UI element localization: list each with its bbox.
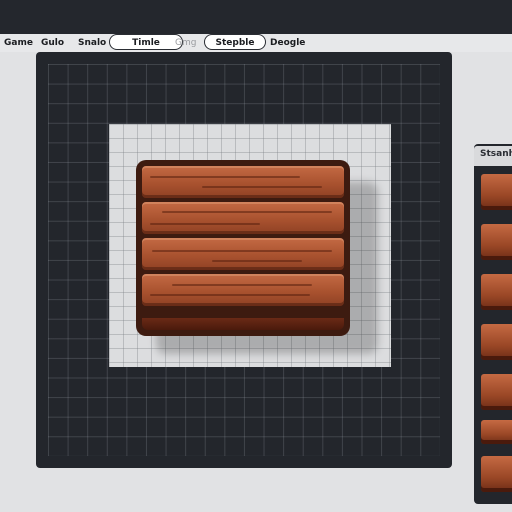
asset-thumbnail[interactable]	[481, 174, 512, 210]
tile-base-edge	[142, 318, 344, 330]
tab-timle[interactable]: Timle	[109, 34, 183, 50]
menu-item-game[interactable]: Game	[4, 36, 33, 50]
asset-thumbnail[interactable]	[481, 224, 512, 260]
side-panel-header: Stsanhl	[474, 146, 512, 166]
wood-plank	[142, 202, 344, 234]
menu-bar: Game Gulo Snalo Timle Gmg Stepble Deogle	[0, 34, 512, 52]
menu-item-gulo[interactable]: Gulo	[41, 36, 64, 50]
tab-gmg[interactable]: Gmg	[175, 36, 196, 50]
asset-thumbnail[interactable]	[481, 274, 512, 310]
canvas-panel[interactable]	[36, 52, 452, 468]
menu-item-snalo[interactable]: Snalo	[78, 36, 106, 50]
tab-stepble[interactable]: Stepble	[204, 34, 266, 50]
asset-thumbnail[interactable]	[481, 374, 512, 410]
asset-thumbnail[interactable]	[481, 456, 512, 492]
wood-plank	[142, 238, 344, 270]
asset-side-panel: Stsanhl	[474, 144, 512, 504]
asset-thumbnail[interactable]	[481, 420, 512, 444]
asset-thumbnail[interactable]	[481, 324, 512, 360]
side-panel-title: Stsanhl	[480, 149, 512, 159]
wood-plank	[142, 166, 344, 198]
tab-deogle[interactable]: Deogle	[270, 36, 305, 50]
wood-plank	[142, 274, 344, 306]
wood-plank-tile[interactable]	[136, 160, 350, 336]
top-bar	[0, 0, 512, 34]
